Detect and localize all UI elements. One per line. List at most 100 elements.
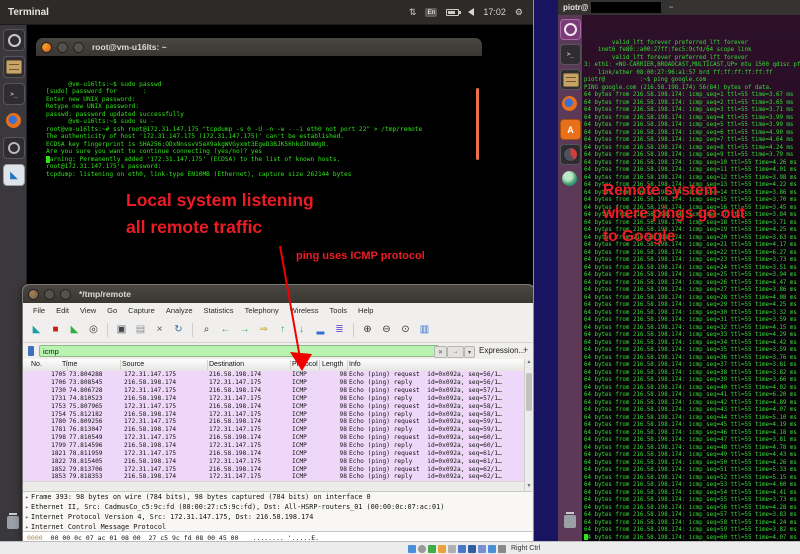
packet-row[interactable]: 1706 73.808545 216.58.198.174 172.31.147… <box>23 379 524 387</box>
capture-start-icon[interactable]: ◣ <box>29 322 44 337</box>
recording-icon[interactable] <box>478 545 486 553</box>
files-icon[interactable] <box>560 69 581 90</box>
terminal-scrollbar[interactable] <box>476 88 479 160</box>
col-destination[interactable]: Destination <box>209 361 244 368</box>
minimize-button[interactable] <box>44 289 55 300</box>
shared-folders-icon[interactable] <box>458 545 466 553</box>
battery-icon[interactable] <box>446 9 459 16</box>
filter-input[interactable] <box>39 345 439 357</box>
go-bottom-icon[interactable]: ↓ <box>294 322 309 337</box>
packet-row[interactable]: 1798 77.810549 172.31.147.175 216.58.198… <box>23 434 524 442</box>
reload-icon[interactable]: ↻ <box>171 322 186 337</box>
sync-arrows-icon[interactable]: ⇅ <box>409 7 417 18</box>
maximize-button[interactable] <box>60 289 71 300</box>
close-file-icon[interactable]: × <box>152 322 167 337</box>
col-info[interactable]: Info <box>349 361 361 368</box>
packet-row[interactable]: 1821 78.811959 172.31.147.175 216.58.198… <box>23 449 524 457</box>
expander-icon[interactable]: ▸ <box>23 494 31 501</box>
zoom-100-icon[interactable]: ⊙ <box>398 322 413 337</box>
menu-item[interactable]: Go <box>107 306 117 315</box>
go-to-packet-icon[interactable]: ⇒ <box>256 322 271 337</box>
col-time[interactable]: Time <box>62 361 77 368</box>
menu-item[interactable]: Help <box>358 306 373 315</box>
capture-restart-icon[interactable]: ◣ <box>67 322 82 337</box>
menu-item[interactable]: Telephony <box>245 306 279 315</box>
add-filter-button[interactable]: + <box>523 345 528 355</box>
files-icon[interactable] <box>3 56 25 78</box>
packet-row[interactable]: 1853 79.818353 216.58.198.174 172.31.147… <box>23 473 524 481</box>
go-top-icon[interactable]: ↑ <box>275 322 290 337</box>
menu-item[interactable]: Wireless <box>290 306 319 315</box>
terminal-icon[interactable]: >_ <box>3 83 25 105</box>
trash-icon[interactable] <box>3 512 23 532</box>
col-source[interactable]: Source <box>122 361 144 368</box>
firefox-icon[interactable] <box>560 94 579 113</box>
go-back-icon[interactable]: ← <box>218 322 233 337</box>
capture-stop-icon[interactable]: ■ <box>48 322 63 337</box>
dash-icon[interactable] <box>3 29 25 51</box>
filter-apply-icon[interactable]: → <box>447 346 464 358</box>
packet-row[interactable]: 1852 79.813706 172.31.147.175 216.58.198… <box>23 465 524 473</box>
usb-icon[interactable] <box>448 545 456 553</box>
maximize-button[interactable] <box>73 42 84 53</box>
find-packet-icon[interactable]: ⌕ <box>199 322 214 337</box>
disk-usage-analyzer-icon[interactable] <box>560 144 581 165</box>
filter-clear-icon[interactable]: ✕ <box>434 346 447 358</box>
packet-row[interactable]: 1799 77.814596 216.58.198.174 172.31.147… <box>23 442 524 450</box>
packet-row[interactable]: 1822 78.815405 216.58.198.174 172.31.147… <box>23 457 524 465</box>
remote-terminal-titlebar[interactable]: piotr@ ~ <box>558 0 800 15</box>
browser-globe-icon[interactable] <box>560 169 579 188</box>
packet-row[interactable]: 1731 74.810523 216.58.198.174 172.31.147… <box>23 395 524 403</box>
expression-button[interactable]: Expression... <box>479 346 525 355</box>
detail-line[interactable]: ▸Frame 393: 98 bytes on wire (784 bits),… <box>23 492 532 502</box>
expander-icon[interactable]: ▸ <box>23 514 31 521</box>
packet-row[interactable]: 1781 76.813047 216.58.198.174 172.31.147… <box>23 426 524 434</box>
menu-item[interactable]: Capture <box>128 306 155 315</box>
firefox-icon[interactable] <box>3 110 23 130</box>
filter-dropdown-icon[interactable]: ▾ <box>464 346 475 358</box>
close-button[interactable] <box>41 42 52 53</box>
wireshark-icon[interactable]: ◣ <box>3 164 25 186</box>
col-no[interactable]: No. <box>31 361 42 368</box>
gear-icon[interactable]: ⚙ <box>515 7 523 18</box>
terminal-icon[interactable]: >_ <box>560 44 581 65</box>
zoom-out-icon[interactable]: ⊖ <box>379 322 394 337</box>
open-file-icon[interactable]: ▣ <box>114 322 129 337</box>
audio-icon[interactable] <box>428 545 436 553</box>
go-forward-icon[interactable]: → <box>237 322 252 337</box>
dash-icon[interactable] <box>560 19 581 40</box>
col-protocol[interactable]: Protocol <box>292 361 318 368</box>
capture-options-icon[interactable]: ◎ <box>86 322 101 337</box>
filter-bookmark-icon[interactable] <box>28 346 34 356</box>
packet-list-vscrollbar[interactable]: ▲▼ <box>524 359 533 491</box>
auto-scroll-icon[interactable]: ▂ <box>313 322 328 337</box>
menu-item[interactable]: Tools <box>330 306 348 315</box>
menu-item[interactable]: Edit <box>56 306 69 315</box>
terminal-titlebar[interactable]: root@vm-u16lts: ~ <box>36 38 482 56</box>
minimize-button[interactable] <box>57 42 68 53</box>
screenshot-icon[interactable] <box>3 137 25 159</box>
save-file-icon[interactable]: ▤ <box>133 322 148 337</box>
colorize-icon[interactable]: ≣ <box>332 322 347 337</box>
menu-item[interactable]: Statistics <box>204 306 234 315</box>
packet-row[interactable]: 1754 75.812182 216.58.198.174 172.31.147… <box>23 410 524 418</box>
mouse-icon[interactable] <box>498 545 506 553</box>
wireshark-titlebar[interactable]: */tmp/remote <box>23 285 534 303</box>
menu-item[interactable]: View <box>80 306 96 315</box>
packet-row[interactable]: 1780 76.809256 172.31.147.175 216.58.198… <box>23 418 524 426</box>
menu-item[interactable]: Analyze <box>166 306 193 315</box>
close-button[interactable] <box>28 289 39 300</box>
expander-icon[interactable]: ▸ <box>23 504 31 511</box>
hard-disk-icon[interactable] <box>408 545 416 553</box>
sound-icon[interactable] <box>468 8 474 16</box>
network-icon[interactable] <box>438 545 446 553</box>
zoom-in-icon[interactable]: ⊕ <box>360 322 375 337</box>
resize-columns-icon[interactable]: ▥ <box>417 322 432 337</box>
clock[interactable]: 17:02 <box>483 7 506 17</box>
software-center-icon[interactable]: A <box>560 119 581 140</box>
menu-item[interactable]: File <box>33 306 45 315</box>
optical-disk-icon[interactable] <box>418 545 426 553</box>
packet-row[interactable]: 1753 75.807965 172.31.147.175 216.58.198… <box>23 402 524 410</box>
detail-line[interactable]: ▸Ethernet II, Src: CadmusCo_c5:9c:fd (08… <box>23 502 532 512</box>
trash-icon[interactable] <box>560 512 579 531</box>
